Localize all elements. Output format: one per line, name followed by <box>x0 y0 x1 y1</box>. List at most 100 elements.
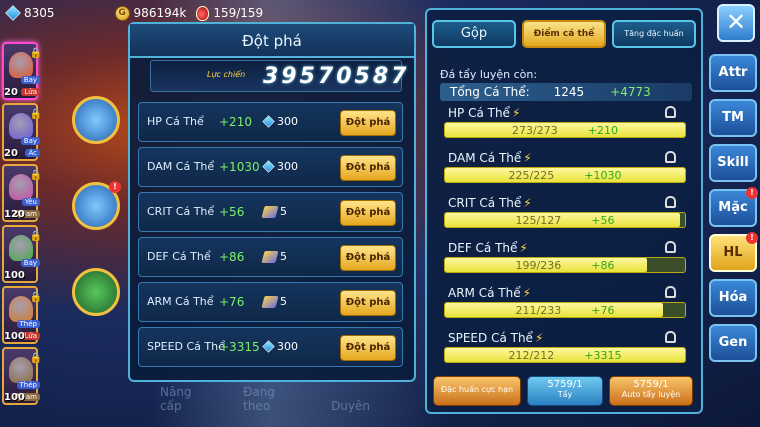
stat-name: DAM Cá Thể <box>448 151 522 165</box>
menu-button-4[interactable]: HL! <box>709 232 758 272</box>
tab-merge[interactable]: Gộp <box>432 20 516 48</box>
hero-type-tag: Yêu <box>21 198 40 206</box>
stamina-counter: 159/159 <box>196 5 263 21</box>
gem-icon <box>262 160 275 173</box>
hero-card[interactable]: 🔒 Thép Nham 100 <box>2 347 42 405</box>
total-individual: Tổng Cá Thể: 1245 +4773 <box>440 83 692 101</box>
hero-portrait-button[interactable] <box>72 96 120 144</box>
lock-icon: 🔒 <box>29 292 42 303</box>
tab-individual-points[interactable]: Điểm cá thể <box>522 20 606 48</box>
lock-toggle-icon[interactable] <box>665 241 676 253</box>
stat-label: ARM Cá Thể ⚡ <box>448 286 531 300</box>
wash-button[interactable]: 5759/1 Tẩy <box>527 376 603 406</box>
menu-label: Mặc <box>718 200 748 215</box>
menu-label: TM <box>722 110 744 125</box>
hero-type-tag: Bay <box>20 76 40 84</box>
total-plus: +4773 <box>610 85 651 99</box>
breakthrough-button[interactable]: Đột phá <box>340 200 396 226</box>
hero-element-tag: Lửa <box>21 88 40 96</box>
stat-progress-bar: 125/127 +56 <box>444 212 686 228</box>
close-icon: ✕ <box>725 8 747 36</box>
stat-progress-bar: 212/212 +3315 <box>444 347 686 363</box>
close-button[interactable]: ✕ <box>717 4 755 42</box>
extreme-training-button[interactable]: Đặc huấn cực hạn <box>433 376 521 406</box>
hero-type-tag: Bay <box>20 259 40 267</box>
tab-upgrade[interactable]: Nâng cấp <box>160 385 207 413</box>
breakthrough-row: SPEED Cá Thể +3315 300 Đột phá <box>138 327 403 367</box>
hero-card[interactable]: 🔒 Thép Lửa 100 <box>2 286 42 344</box>
hero-level: 100 <box>4 331 25 342</box>
left-side-icons: ! <box>72 96 132 354</box>
stat-current: 273/273 <box>512 123 558 137</box>
gem-counter: 8305 <box>5 5 55 21</box>
breakthrough-button[interactable]: Đột phá <box>340 245 396 271</box>
lock-toggle-icon[interactable] <box>665 106 676 118</box>
total-value: 1245 <box>553 85 585 99</box>
hero-type-tag: Thép <box>16 381 40 389</box>
stone-icon <box>261 295 279 308</box>
lock-toggle-icon[interactable] <box>665 151 676 163</box>
combat-power: Lực chiến 39570587 <box>150 60 406 92</box>
menu-button-5[interactable]: Hóa <box>709 279 757 317</box>
stat-progress-fill <box>445 348 685 362</box>
bolt-icon: ⚡ <box>534 331 544 345</box>
hero-card[interactable]: 🔒 Bay 100 <box>2 225 42 283</box>
cost: 5 <box>261 250 287 263</box>
lock-toggle-icon[interactable] <box>665 331 676 343</box>
gem-icon <box>5 5 21 21</box>
hero-type-tag: Bay <box>20 137 40 145</box>
tab-following[interactable]: Đang theo <box>243 385 295 413</box>
hero-element-tag: Ác <box>25 149 40 157</box>
tab-special-training[interactable]: Tăng đặc huấn <box>612 20 696 48</box>
stat-label: DEF Cá Thể ⚡ <box>448 241 528 255</box>
auto-wash-count: 5759/1 <box>633 379 669 390</box>
lock-icon: 🔒 <box>29 48 42 59</box>
stat-increase: +76 <box>591 303 615 317</box>
hero-card[interactable]: 🔒 Bay Ác 20 <box>2 103 42 161</box>
breakthrough-button[interactable]: Đột phá <box>340 335 396 361</box>
stat-progress-bar: 225/225 +1030 <box>444 167 686 183</box>
hero-type-tag: Thép <box>16 320 40 328</box>
stat-progress-fill <box>445 213 681 227</box>
menu-button-6[interactable]: Gen <box>709 324 757 362</box>
menu-button-1[interactable]: TM <box>709 99 757 137</box>
hero-level: 100 <box>4 270 25 281</box>
menu-button-0[interactable]: Attr <box>709 54 757 92</box>
gem-icon <box>262 115 275 128</box>
tab-affinity[interactable]: Duyên <box>331 399 370 413</box>
menu-button-3[interactable]: Mặc! <box>709 187 758 227</box>
stat-row: SPEED Cá Thể ⚡ 212/212 +3315 <box>440 329 690 374</box>
cost: 300 <box>262 160 298 173</box>
lock-icon: 🔒 <box>29 353 42 364</box>
pet-button[interactable] <box>72 268 120 316</box>
cost: 300 <box>262 340 298 353</box>
breakthrough-button[interactable]: Đột phá <box>340 290 396 316</box>
unlock-button[interactable]: ! <box>72 181 121 230</box>
stat-increase: +1030 <box>584 168 622 182</box>
stat-increase: +86 <box>591 258 615 272</box>
hero-level: 120 <box>4 209 25 220</box>
alert-badge: ! <box>746 232 758 244</box>
stat-label: CRIT Cá Thể ⚡ <box>448 196 532 210</box>
breakthrough-button[interactable]: Đột phá <box>340 155 396 181</box>
stat-progress-fill <box>445 168 685 182</box>
auto-wash-button[interactable]: 5759/1 Auto tẩy luyện <box>609 376 693 406</box>
stat-label: DAM Cá Thể ⚡ <box>448 151 532 165</box>
lock-toggle-icon[interactable] <box>665 286 676 298</box>
hero-level: 100 <box>4 392 25 403</box>
menu-label: Hóa <box>718 290 748 305</box>
breakthrough-button[interactable]: Đột phá <box>340 110 396 136</box>
gold-coin-icon: G <box>114 5 130 21</box>
hero-card[interactable]: 🔒 Yêu Nham 120 <box>2 164 42 222</box>
lock-toggle-icon[interactable] <box>665 196 676 208</box>
stat-name: ARM Cá Thể <box>448 286 521 300</box>
hero-card[interactable]: 🔒 Bay Lửa 20 <box>2 42 42 100</box>
total-label: Tổng Cá Thể: <box>450 85 530 99</box>
lock-icon: 🔒 <box>29 170 42 181</box>
cost-value: 300 <box>277 115 298 128</box>
stat-name: SPEED Cá Thể <box>448 331 533 345</box>
menu-button-2[interactable]: Skill <box>709 144 757 182</box>
breakthrough-row: ARM Cá Thể +76 5 Đột phá <box>138 282 403 322</box>
cost-value: 5 <box>280 250 287 263</box>
stat-label: SPEED Cá Thể ⚡ <box>448 331 543 345</box>
